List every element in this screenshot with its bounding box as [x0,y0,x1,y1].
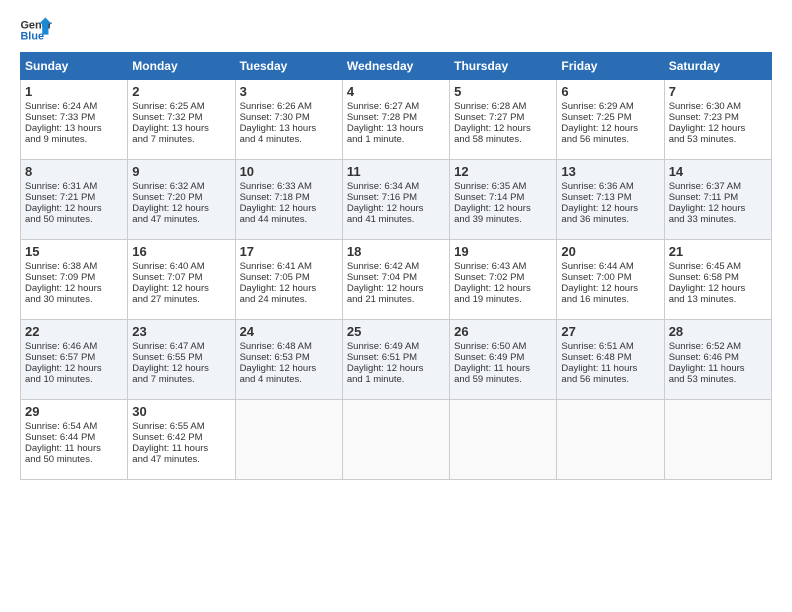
week-row-4: 22Sunrise: 6:46 AMSunset: 6:57 PMDayligh… [21,320,772,400]
calendar-cell: 2Sunrise: 6:25 AMSunset: 7:32 PMDaylight… [128,80,235,160]
day-number: 28 [669,324,767,339]
day-header-wednesday: Wednesday [342,53,449,80]
day-number: 11 [347,164,445,179]
day-number: 9 [132,164,230,179]
day-number: 19 [454,244,552,259]
week-row-3: 15Sunrise: 6:38 AMSunset: 7:09 PMDayligh… [21,240,772,320]
calendar-cell [450,400,557,480]
calendar-cell: 14Sunrise: 6:37 AMSunset: 7:11 PMDayligh… [664,160,771,240]
calendar-cell: 10Sunrise: 6:33 AMSunset: 7:18 PMDayligh… [235,160,342,240]
logo-icon: General Blue [20,16,52,44]
calendar-cell: 25Sunrise: 6:49 AMSunset: 6:51 PMDayligh… [342,320,449,400]
calendar-cell: 12Sunrise: 6:35 AMSunset: 7:14 PMDayligh… [450,160,557,240]
day-number: 16 [132,244,230,259]
day-number: 6 [561,84,659,99]
calendar-cell: 27Sunrise: 6:51 AMSunset: 6:48 PMDayligh… [557,320,664,400]
calendar-cell: 20Sunrise: 6:44 AMSunset: 7:00 PMDayligh… [557,240,664,320]
day-number: 27 [561,324,659,339]
day-number: 22 [25,324,123,339]
day-number: 24 [240,324,338,339]
calendar-cell: 6Sunrise: 6:29 AMSunset: 7:25 PMDaylight… [557,80,664,160]
calendar-cell: 16Sunrise: 6:40 AMSunset: 7:07 PMDayligh… [128,240,235,320]
day-number: 2 [132,84,230,99]
calendar-cell [557,400,664,480]
day-header-thursday: Thursday [450,53,557,80]
calendar-cell: 15Sunrise: 6:38 AMSunset: 7:09 PMDayligh… [21,240,128,320]
logo: General Blue [20,16,52,44]
calendar-cell: 9Sunrise: 6:32 AMSunset: 7:20 PMDaylight… [128,160,235,240]
calendar-cell [342,400,449,480]
svg-text:Blue: Blue [20,30,44,42]
calendar-table: SundayMondayTuesdayWednesdayThursdayFrid… [20,52,772,480]
day-number: 29 [25,404,123,419]
day-header-friday: Friday [557,53,664,80]
calendar-cell [235,400,342,480]
calendar-cell: 22Sunrise: 6:46 AMSunset: 6:57 PMDayligh… [21,320,128,400]
day-number: 23 [132,324,230,339]
calendar-cell: 17Sunrise: 6:41 AMSunset: 7:05 PMDayligh… [235,240,342,320]
page-header: General Blue [20,16,772,44]
day-number: 5 [454,84,552,99]
day-header-tuesday: Tuesday [235,53,342,80]
calendar-cell: 29Sunrise: 6:54 AMSunset: 6:44 PMDayligh… [21,400,128,480]
calendar-cell [664,400,771,480]
day-number: 4 [347,84,445,99]
day-number: 12 [454,164,552,179]
day-number: 3 [240,84,338,99]
calendar-cell: 19Sunrise: 6:43 AMSunset: 7:02 PMDayligh… [450,240,557,320]
day-number: 13 [561,164,659,179]
calendar-cell: 28Sunrise: 6:52 AMSunset: 6:46 PMDayligh… [664,320,771,400]
day-number: 15 [25,244,123,259]
day-number: 21 [669,244,767,259]
calendar-cell: 23Sunrise: 6:47 AMSunset: 6:55 PMDayligh… [128,320,235,400]
day-number: 7 [669,84,767,99]
day-number: 14 [669,164,767,179]
day-header-sunday: Sunday [21,53,128,80]
calendar-cell: 30Sunrise: 6:55 AMSunset: 6:42 PMDayligh… [128,400,235,480]
calendar-cell: 24Sunrise: 6:48 AMSunset: 6:53 PMDayligh… [235,320,342,400]
day-number: 30 [132,404,230,419]
week-row-2: 8Sunrise: 6:31 AMSunset: 7:21 PMDaylight… [21,160,772,240]
day-number: 18 [347,244,445,259]
week-row-5: 29Sunrise: 6:54 AMSunset: 6:44 PMDayligh… [21,400,772,480]
calendar-cell: 26Sunrise: 6:50 AMSunset: 6:49 PMDayligh… [450,320,557,400]
calendar-cell: 18Sunrise: 6:42 AMSunset: 7:04 PMDayligh… [342,240,449,320]
day-number: 8 [25,164,123,179]
day-number: 20 [561,244,659,259]
day-header-saturday: Saturday [664,53,771,80]
day-number: 26 [454,324,552,339]
day-number: 25 [347,324,445,339]
calendar-cell: 5Sunrise: 6:28 AMSunset: 7:27 PMDaylight… [450,80,557,160]
calendar-cell: 7Sunrise: 6:30 AMSunset: 7:23 PMDaylight… [664,80,771,160]
day-number: 17 [240,244,338,259]
week-row-1: 1Sunrise: 6:24 AMSunset: 7:33 PMDaylight… [21,80,772,160]
calendar-cell: 4Sunrise: 6:27 AMSunset: 7:28 PMDaylight… [342,80,449,160]
calendar-cell: 1Sunrise: 6:24 AMSunset: 7:33 PMDaylight… [21,80,128,160]
calendar-cell: 3Sunrise: 6:26 AMSunset: 7:30 PMDaylight… [235,80,342,160]
calendar-cell: 13Sunrise: 6:36 AMSunset: 7:13 PMDayligh… [557,160,664,240]
calendar-cell: 21Sunrise: 6:45 AMSunset: 6:58 PMDayligh… [664,240,771,320]
day-number: 1 [25,84,123,99]
day-number: 10 [240,164,338,179]
calendar-cell: 11Sunrise: 6:34 AMSunset: 7:16 PMDayligh… [342,160,449,240]
calendar-cell: 8Sunrise: 6:31 AMSunset: 7:21 PMDaylight… [21,160,128,240]
day-header-monday: Monday [128,53,235,80]
